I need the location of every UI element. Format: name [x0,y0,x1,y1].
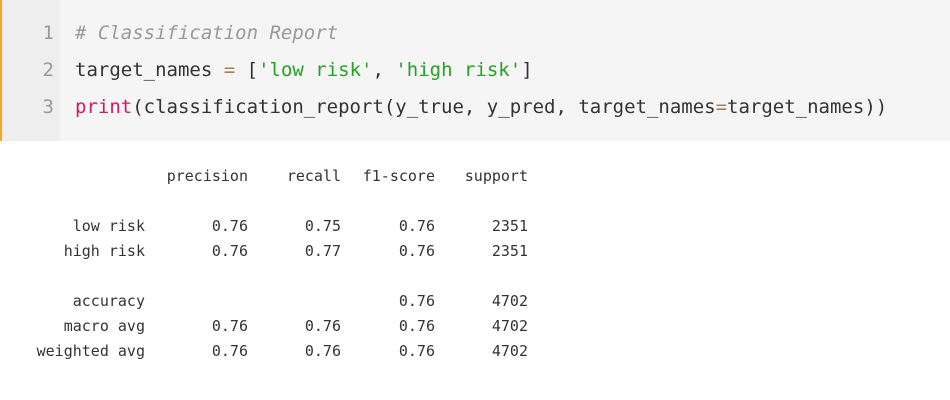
cell-f1: 0.76 [398,342,435,360]
cell-recall: 0.76 [304,342,341,360]
header-support: support [464,167,528,185]
header-recall: recall [286,167,341,185]
code-operator: = [715,96,728,118]
code-separator: , [372,59,396,81]
row-label-weighted-avg: weighted avg [36,342,145,360]
line-number-gutter: 1 2 3 [0,0,60,141]
code-string-high-risk: 'high risk' [395,59,522,81]
code-call-args: (classification_report(y_true, y_pred, t… [132,96,716,118]
code-cell[interactable]: 1 2 3 # Classification Report target_nam… [0,0,950,141]
cell-f1: 0.76 [398,292,435,310]
row-label-macro-avg: macro avg [63,317,145,335]
cell-support: 2351 [491,217,528,235]
code-call-args-end: target_names)) [727,96,888,118]
line-number-2: 2 [42,59,54,81]
notebook-view: 1 2 3 # Classification Report target_nam… [0,0,950,400]
cell-support: 4702 [491,342,528,360]
code-string-low-risk: 'low risk' [258,59,373,81]
code-operator: = [212,59,247,81]
code-line-2[interactable]: target_names = ['low risk', 'high risk'] [75,58,533,82]
header-f1-score: f1-score [362,167,435,185]
cell-precision: 0.76 [211,217,248,235]
code-builtin-print: print [75,96,133,118]
code-line-3[interactable]: print(classification_report(y_true, y_pr… [75,95,887,119]
cell-f1: 0.76 [398,317,435,335]
code-comment: # Classification Report [75,22,339,44]
cell-f1: 0.76 [398,217,435,235]
cell-output: precision recall f1-score support low ri… [0,141,950,400]
cell-precision: 0.76 [211,242,248,260]
code-variable: target_names [75,59,213,81]
code-line-1[interactable]: # Classification Report [75,21,338,45]
cell-f1: 0.76 [398,242,435,260]
cell-recall: 0.75 [304,217,341,235]
cell-precision: 0.76 [211,317,248,335]
cell-precision: 0.76 [211,342,248,360]
header-precision: precision [166,167,248,185]
cell-recall: 0.76 [304,317,341,335]
code-bracket-close: ] [521,59,533,81]
cell-support: 4702 [491,317,528,335]
row-label-high-risk: high risk [63,242,145,260]
line-number-3: 3 [42,96,54,118]
cell-support: 4702 [491,292,528,310]
cell-support: 2351 [491,242,528,260]
code-bracket-open: [ [246,59,259,81]
line-number-1: 1 [42,22,54,44]
row-label-low-risk: low risk [72,217,145,235]
row-label-accuracy: accuracy [72,292,145,310]
cell-recall: 0.77 [304,242,341,260]
